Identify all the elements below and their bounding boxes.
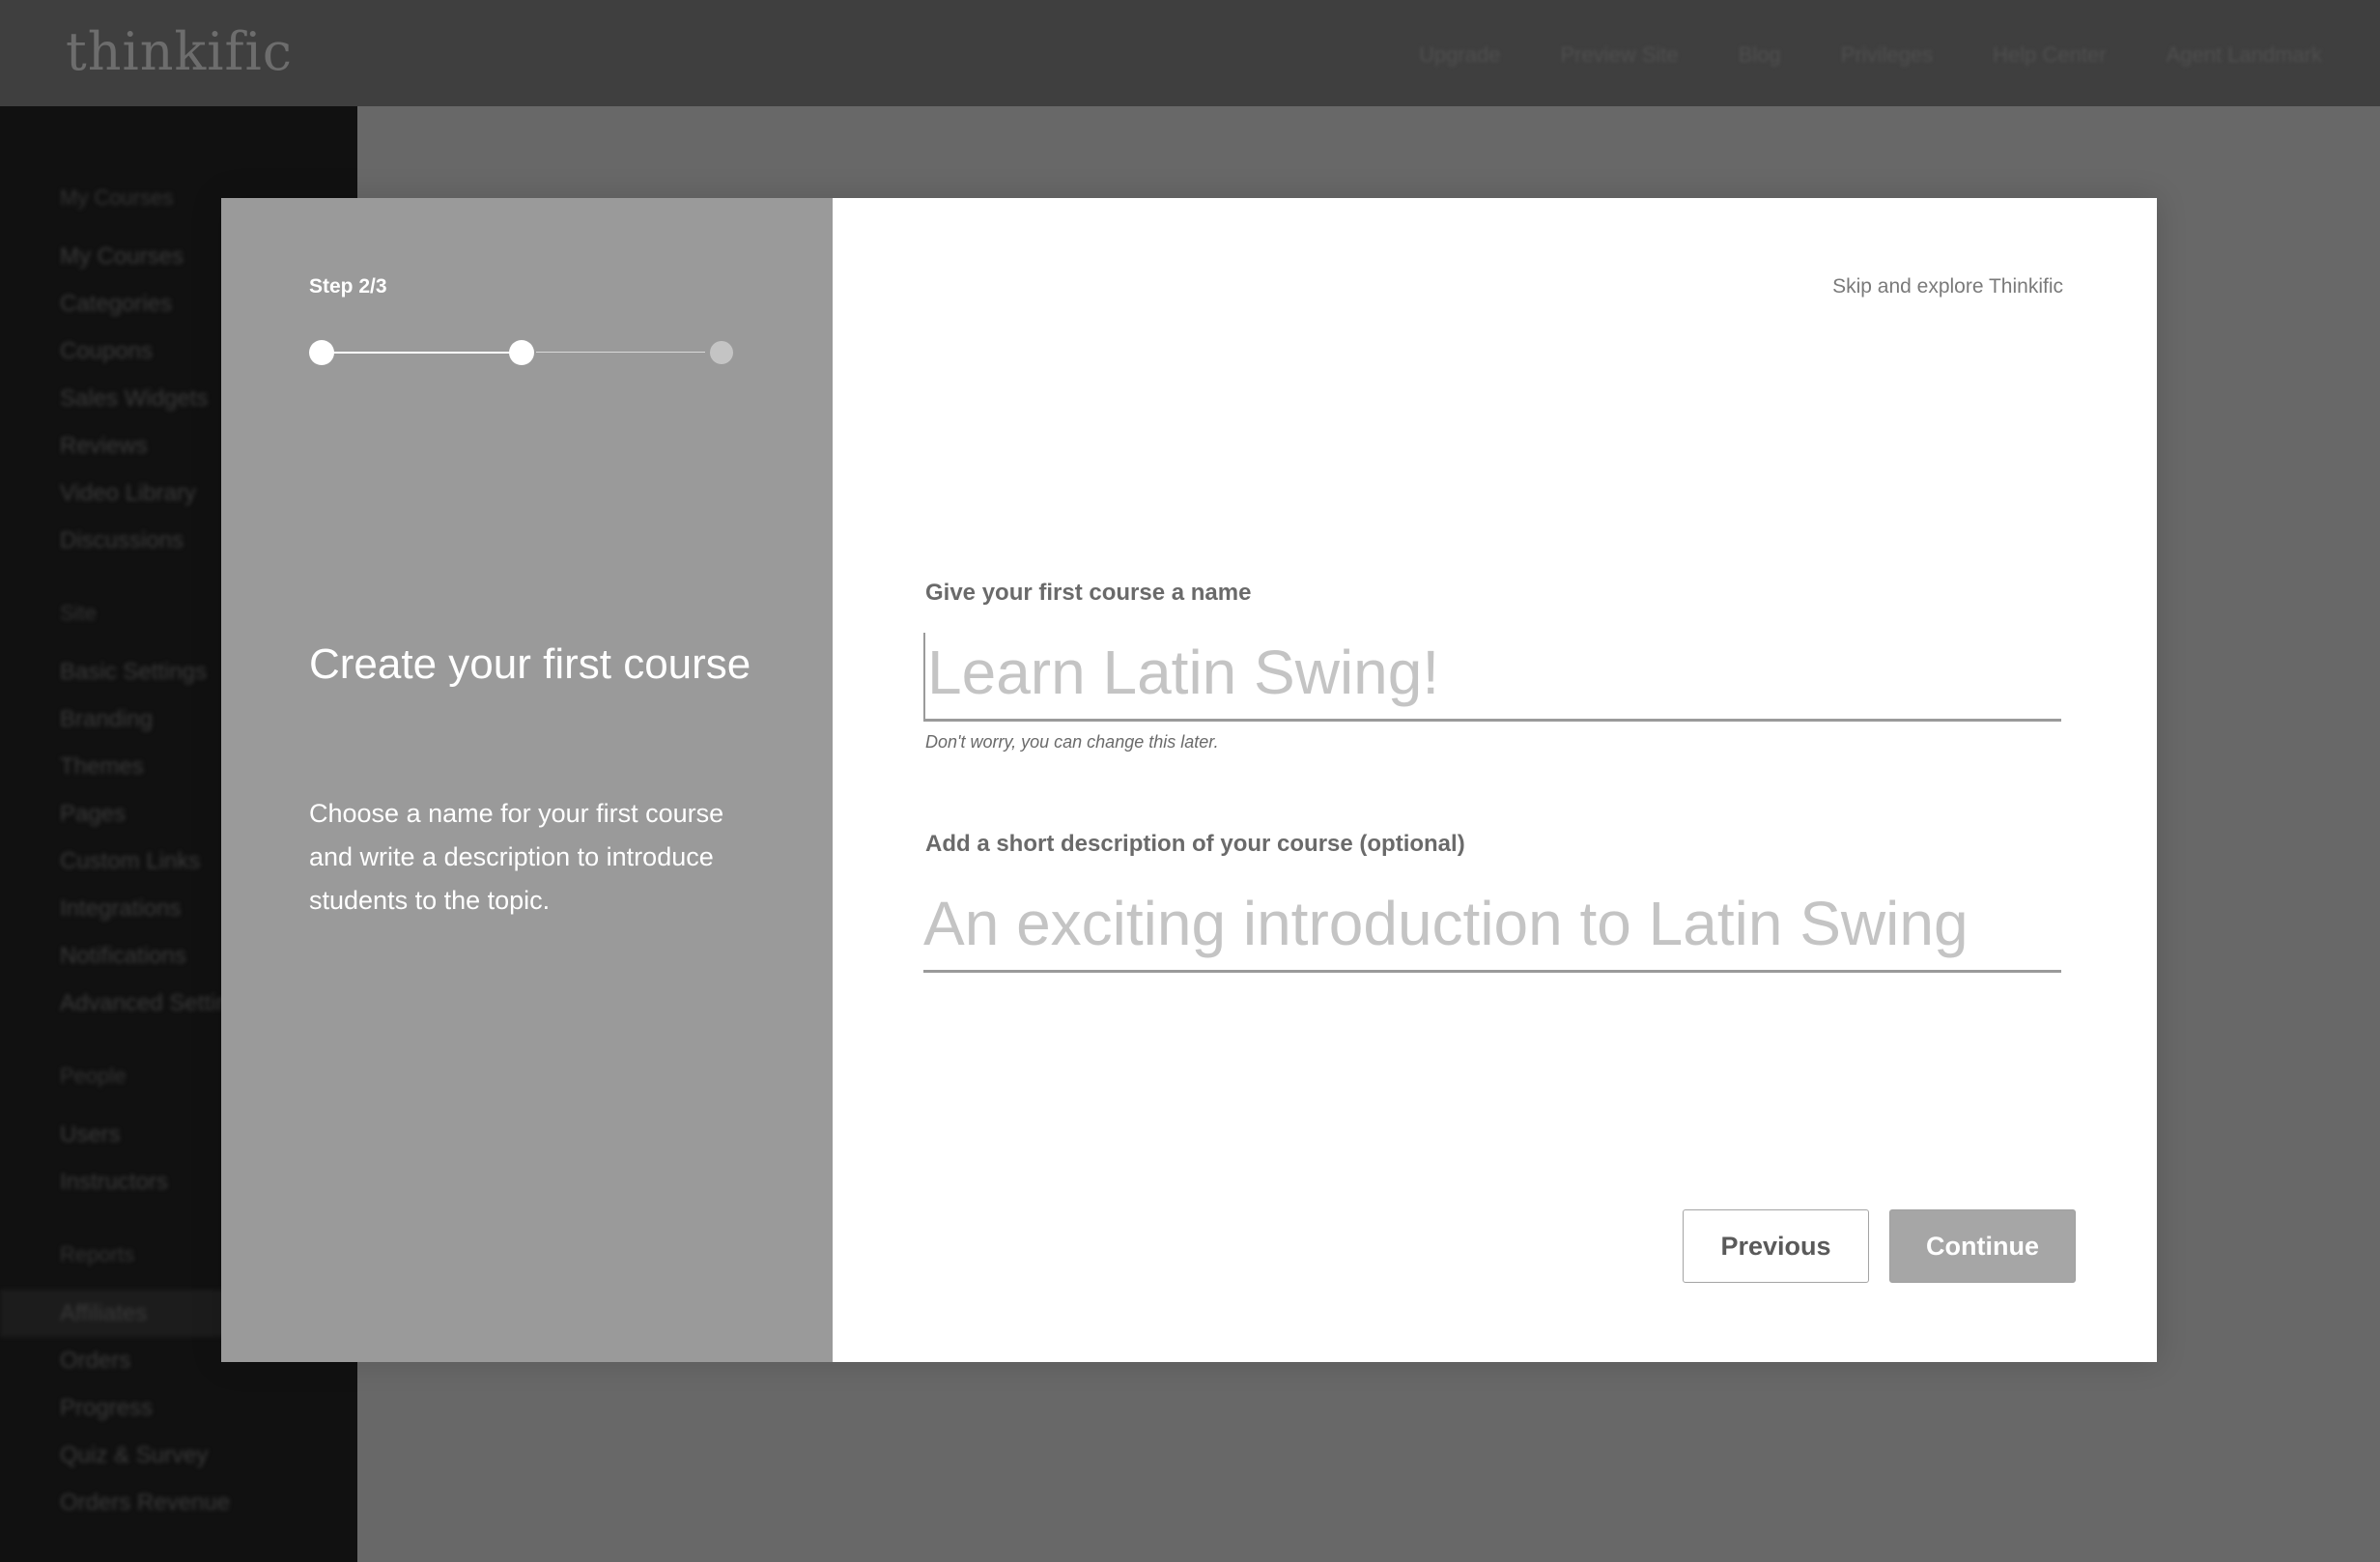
- topnav-item-preview-site[interactable]: Preview Site: [1560, 43, 1678, 68]
- progress-step-2-dot: [509, 340, 534, 365]
- progress-step-3-dot: [710, 341, 733, 364]
- skip-and-explore-link[interactable]: Skip and explore Thinkific: [1832, 275, 2063, 298]
- step-indicator-label: Step 2/3: [309, 275, 387, 298]
- thinkific-logo[interactable]: thinkific: [66, 21, 293, 82]
- top-nav-links: Upgrade Preview Site Blog Privileges Hel…: [1419, 43, 2322, 68]
- course-name-hint: Don't worry, you can change this later.: [925, 732, 1219, 752]
- course-name-input[interactable]: [923, 633, 2061, 722]
- course-description-input[interactable]: [923, 884, 2061, 973]
- progress-line-remaining: [536, 352, 705, 353]
- top-navigation-bar: thinkific Upgrade Preview Site Blog Priv…: [0, 0, 2380, 106]
- topnav-item-blog[interactable]: Blog: [1739, 43, 1781, 68]
- modal-description: Choose a name for your first course and …: [309, 799, 724, 915]
- previous-button[interactable]: Previous: [1683, 1209, 1869, 1283]
- continue-button[interactable]: Continue: [1889, 1209, 2076, 1283]
- step-progress-bar: [309, 340, 733, 365]
- topnav-item-privileges[interactable]: Privileges: [1841, 43, 1933, 68]
- progress-line-completed: [322, 352, 511, 354]
- onboarding-modal: Step 2/3 Create your first course Choose…: [221, 198, 2157, 1362]
- course-name-label: Give your first course a name: [925, 580, 1252, 606]
- course-description-label: Add a short description of your course (…: [925, 831, 1465, 857]
- sidebar-item[interactable]: Quiz & Survey: [0, 1432, 357, 1479]
- topnav-item-help-center[interactable]: Help Center: [1993, 43, 2106, 68]
- sidebar-item[interactable]: Progress: [0, 1384, 357, 1432]
- sidebar-item[interactable]: Orders Revenue: [0, 1479, 357, 1526]
- progress-step-1-dot: [309, 340, 334, 365]
- modal-info-panel: Step 2/3 Create your first course Choose…: [221, 198, 833, 1362]
- topnav-item-account[interactable]: Agent Landmark: [2167, 43, 2322, 68]
- modal-title: Create your first course: [309, 640, 751, 688]
- topnav-item-upgrade[interactable]: Upgrade: [1419, 43, 1500, 68]
- modal-form-panel: Skip and explore Thinkific Give your fir…: [833, 198, 2157, 1362]
